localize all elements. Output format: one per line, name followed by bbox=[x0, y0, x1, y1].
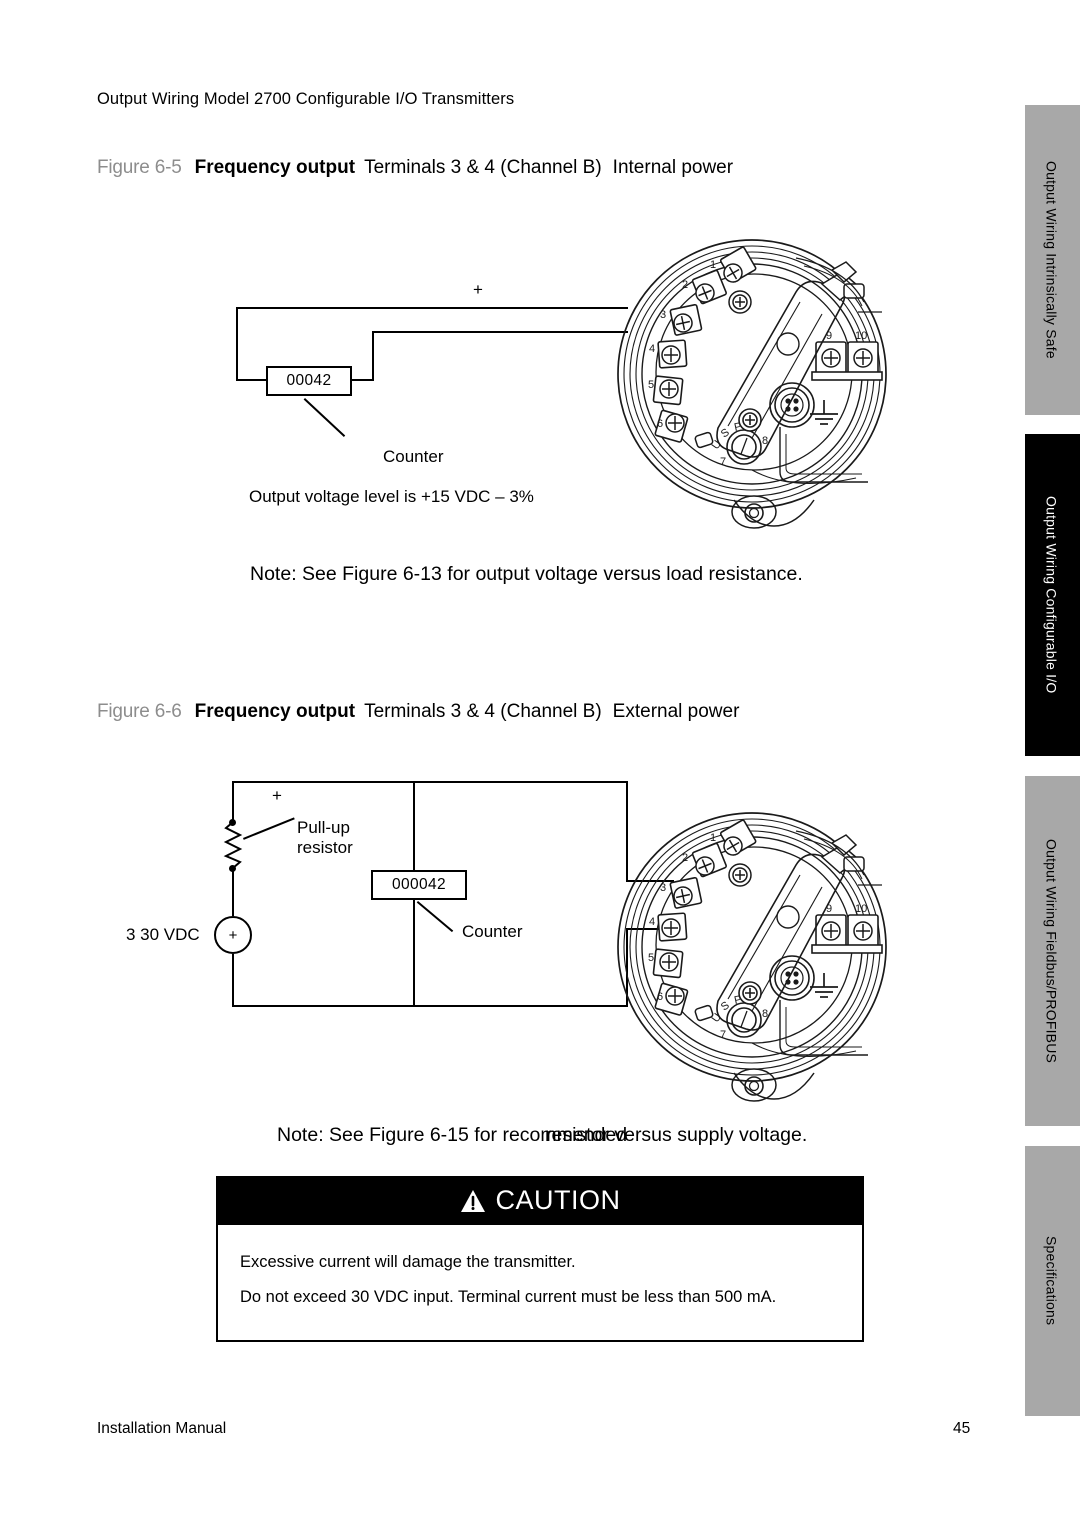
counter-label-figure-6-5: Counter bbox=[383, 447, 444, 466]
svg-text:4: 4 bbox=[649, 916, 655, 928]
manual-page: Output Wiring Model 2700 Configurable I/… bbox=[0, 0, 1020, 1527]
wire-left-lower-figure-6-6 bbox=[232, 954, 234, 1005]
wire-top-horizontal bbox=[236, 307, 628, 309]
figure-6-5-title-main: Frequency output bbox=[194, 157, 356, 178]
dc-source-symbol: + bbox=[214, 916, 252, 954]
wire-counter-left-stub bbox=[236, 379, 268, 381]
pull-up-resistor-label-line1: Pull-up bbox=[297, 818, 350, 837]
figure-6-5-title-power: Internal power bbox=[612, 157, 734, 178]
caution-line-2: Do not exceed 30 VDC input. Terminal cur… bbox=[240, 1287, 777, 1306]
counter-display-figure-6-6: 000042 bbox=[371, 870, 467, 900]
warning-triangle-icon bbox=[460, 1189, 485, 1212]
wire-counter-right-vertical bbox=[372, 331, 374, 381]
counter-leader-line-figure-6-6 bbox=[416, 901, 454, 932]
resistor-leader-line bbox=[243, 817, 295, 840]
figure-6-6-title-terminals: Terminals 3 & 4 (Channel B) bbox=[364, 701, 602, 722]
footer-manual-title: Installation Manual bbox=[97, 1420, 227, 1437]
section-tab-configurable-io[interactable]: Output Wiring Configurable I/O bbox=[1025, 434, 1080, 756]
svg-text:2: 2 bbox=[682, 852, 688, 864]
polarity-plus-marker-figure-6-6: + bbox=[272, 786, 282, 805]
section-tab-specifications[interactable]: Specifications bbox=[1025, 1146, 1080, 1416]
counter-label-figure-6-6: Counter bbox=[462, 922, 523, 941]
figure-6-5-note: Note: See Figure 6-13 for output voltage… bbox=[250, 563, 803, 585]
svg-text:3: 3 bbox=[660, 309, 666, 321]
wire-left-vertical bbox=[236, 307, 238, 381]
figure-6-5-title-terminals: Terminals 3 & 4 (Channel B) bbox=[364, 157, 602, 178]
svg-text:7: 7 bbox=[720, 1029, 726, 1041]
section-tab-rail: Output Wiring Intrinsically Safe Output … bbox=[1025, 0, 1080, 1527]
svg-text:8: 8 bbox=[762, 1008, 768, 1020]
figure-6-6-note-part-b: resistor versus supply voltage. bbox=[545, 1124, 808, 1146]
section-tab-specifications-label: Specifications bbox=[1043, 1236, 1060, 1326]
pull-up-resistor-symbol bbox=[223, 822, 243, 868]
caution-box: CAUTION Excessive current will damage th… bbox=[216, 1176, 864, 1343]
svg-text:10: 10 bbox=[855, 330, 867, 342]
caution-line-1: Excessive current will damage the transm… bbox=[240, 1253, 576, 1271]
svg-text:7: 7 bbox=[720, 456, 726, 468]
wire-left-upper-figure-6-6 bbox=[232, 781, 234, 823]
figure-6-6-title-main: Frequency output bbox=[194, 701, 356, 722]
section-tab-configurable-io-label: Output Wiring Configurable I/O bbox=[1043, 496, 1060, 694]
svg-text:2: 2 bbox=[682, 279, 688, 291]
svg-text:6: 6 bbox=[657, 991, 663, 1003]
svg-text:3: 3 bbox=[660, 882, 666, 894]
wire-counter-right-stub bbox=[350, 379, 374, 381]
transmitter-housing-illustration-figure-6-6: 1 2 3 4 5 6 9 10 U S P 7 8 bbox=[617, 812, 887, 1102]
dc-source-polarity: + bbox=[228, 926, 238, 944]
pull-up-resistor-label-line2: resistor bbox=[297, 838, 353, 857]
svg-text:10: 10 bbox=[855, 903, 867, 915]
svg-text:1: 1 bbox=[710, 259, 716, 271]
wire-top-rail-figure-6-6 bbox=[232, 781, 628, 783]
counter-leader-line bbox=[303, 398, 346, 437]
polarity-plus-marker: + bbox=[473, 280, 483, 299]
figure-6-6-caption: Figure 6-6 Frequency output Terminals 3 & … bbox=[97, 701, 739, 723]
figure-6-6-number: Figure 6-6 bbox=[97, 701, 182, 722]
caution-header: CAUTION bbox=[218, 1178, 862, 1225]
figure-6-6-title-power: External power bbox=[612, 701, 740, 722]
svg-text:4: 4 bbox=[649, 343, 655, 355]
svg-text:1: 1 bbox=[710, 832, 716, 844]
svg-text:5: 5 bbox=[648, 379, 654, 391]
transmitter-housing-illustration-figure-6-5: 1 2 3 4 5 6 9 10 U S P 7 8 bbox=[617, 239, 887, 529]
svg-text:8: 8 bbox=[762, 435, 768, 447]
svg-text:6: 6 bbox=[657, 418, 663, 430]
caution-title: CAUTION bbox=[495, 1185, 621, 1215]
caution-body: Excessive current will damage the transm… bbox=[218, 1225, 862, 1340]
supply-voltage-label: 3 30 VDC bbox=[126, 925, 200, 944]
section-tab-fieldbus-profibus[interactable]: Output Wiring Fieldbus/PROFIBUS bbox=[1025, 776, 1080, 1126]
section-tab-intrinsically-safe-label: Output Wiring Intrinsically Safe bbox=[1043, 161, 1060, 359]
section-tab-fieldbus-profibus-label: Output Wiring Fieldbus/PROFIBUS bbox=[1043, 838, 1060, 1064]
output-voltage-level-note: Output voltage level is +15 VDC – 3% bbox=[249, 487, 534, 506]
figure-6-5-caption: Figure 6-5 Frequency output Terminals 3 & … bbox=[97, 157, 733, 179]
figure-6-5-number: Figure 6-5 bbox=[97, 157, 182, 178]
wire-left-middle-figure-6-6 bbox=[232, 868, 234, 916]
running-header: Output Wiring Model 2700 Configurable I/… bbox=[97, 90, 515, 108]
svg-text:5: 5 bbox=[648, 952, 654, 964]
counter-display-figure-6-5: 00042 bbox=[266, 366, 352, 396]
wire-second-horizontal bbox=[372, 331, 628, 333]
footer-page-number: 45 bbox=[953, 1420, 971, 1437]
wire-bottom-rail-figure-6-6 bbox=[232, 1005, 628, 1007]
section-tab-intrinsically-safe[interactable]: Output Wiring Intrinsically Safe bbox=[1025, 105, 1080, 415]
